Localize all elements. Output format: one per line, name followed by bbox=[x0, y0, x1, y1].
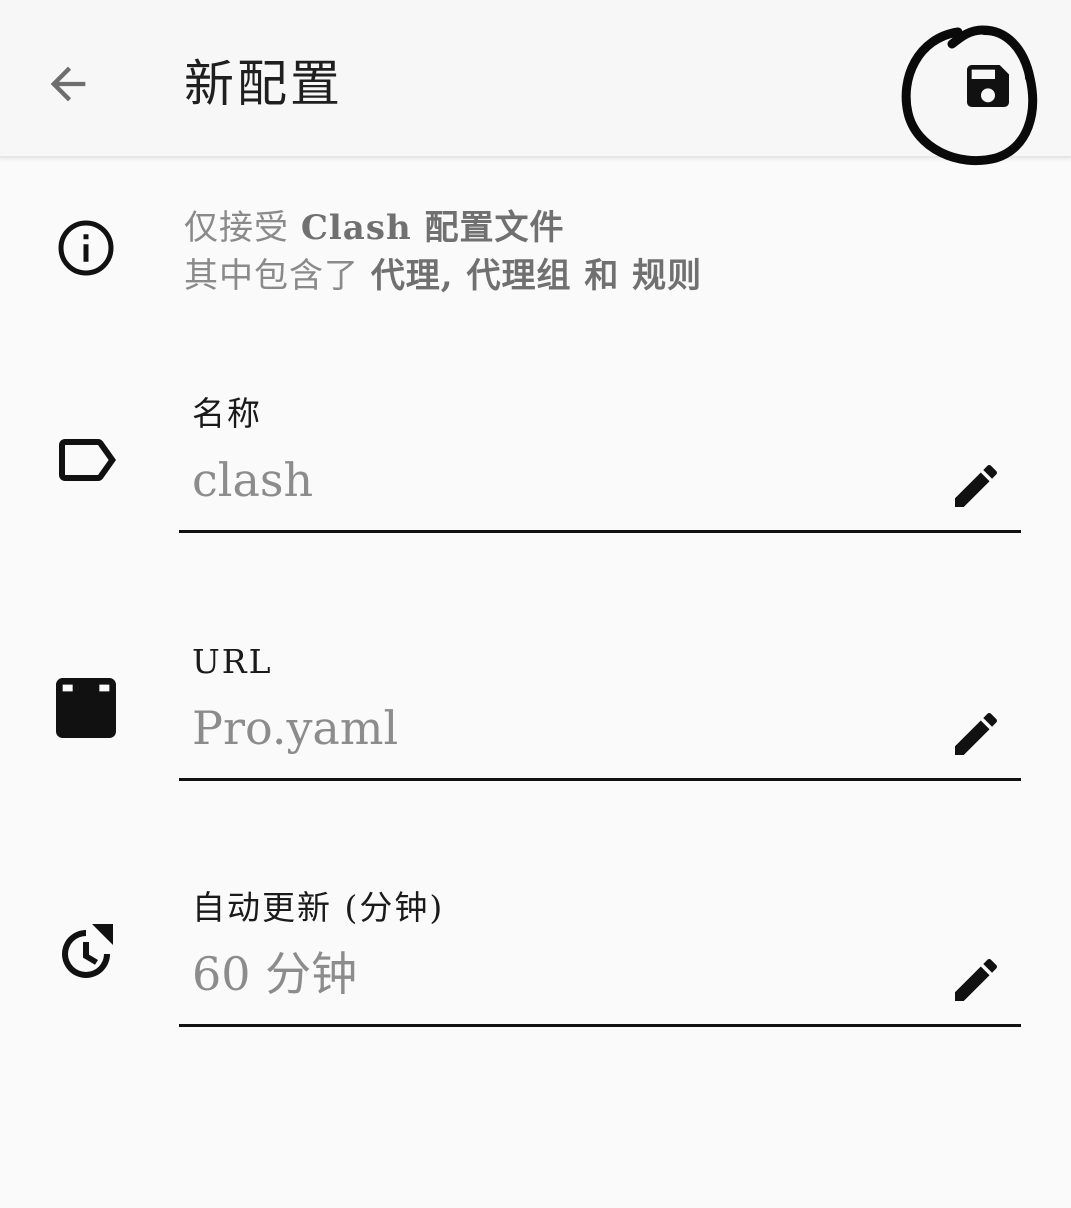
url-field-label: URL bbox=[192, 642, 273, 681]
auto-update-field-icon-wrap bbox=[46, 914, 126, 994]
name-field-label: 名称 bbox=[192, 394, 262, 433]
url-field: URL Pro.yaml bbox=[0, 640, 1071, 810]
pencil-icon bbox=[955, 464, 998, 507]
download-box-icon bbox=[56, 678, 116, 738]
name-field-input[interactable]: clash bbox=[192, 450, 912, 510]
auto-update-field-underline bbox=[179, 1024, 1021, 1027]
url-field-underline bbox=[179, 778, 1021, 781]
info-text: 仅接受 Clash 配置文件 其中包含了 代理, 代理组 和 规则 bbox=[184, 204, 702, 300]
name-field-underline bbox=[179, 530, 1021, 533]
info-circle-icon bbox=[58, 220, 114, 276]
url-field-input[interactable]: Pro.yaml bbox=[192, 698, 912, 758]
info-line-1-bold: Clash 配置文件 bbox=[300, 208, 565, 248]
auto-update-field-input[interactable]: 60 分钟 bbox=[192, 944, 912, 1004]
label-tag-icon bbox=[59, 439, 116, 481]
name-field-icon-wrap bbox=[46, 420, 126, 500]
info-line-1-prefix: 仅接受 bbox=[184, 208, 289, 248]
url-field-icon-wrap bbox=[46, 668, 126, 748]
info-line-2: 其中包含了 代理, 代理组 和 规则 bbox=[184, 252, 702, 300]
pencil-icon bbox=[955, 958, 998, 1001]
page-title: 新配置 bbox=[184, 55, 343, 113]
info-hint: 仅接受 Clash 配置文件 其中包含了 代理, 代理组 和 规则 bbox=[0, 196, 1071, 306]
app-bar: 新配置 bbox=[0, 0, 1071, 166]
info-line-2-prefix: 其中包含了 bbox=[184, 256, 359, 296]
name-field: 名称 clash bbox=[0, 392, 1071, 562]
clock-refresh-icon bbox=[62, 924, 113, 978]
info-line-1: 仅接受 Clash 配置文件 bbox=[184, 204, 702, 252]
auto-update-edit-button[interactable] bbox=[944, 948, 1008, 1012]
back-button[interactable] bbox=[36, 52, 100, 116]
info-line-2-bold: 代理, 代理组 和 规则 bbox=[370, 256, 703, 296]
auto-update-field-label: 自动更新 (分钟) bbox=[192, 888, 445, 927]
floppy-disk-icon bbox=[967, 65, 1009, 107]
auto-update-field: 自动更新 (分钟) 60 分钟 bbox=[0, 886, 1071, 1056]
arrow-left-icon bbox=[50, 66, 86, 102]
url-edit-button[interactable] bbox=[944, 702, 1008, 766]
pencil-icon bbox=[955, 712, 998, 755]
save-button[interactable] bbox=[946, 44, 1030, 128]
name-edit-button[interactable] bbox=[944, 454, 1008, 518]
